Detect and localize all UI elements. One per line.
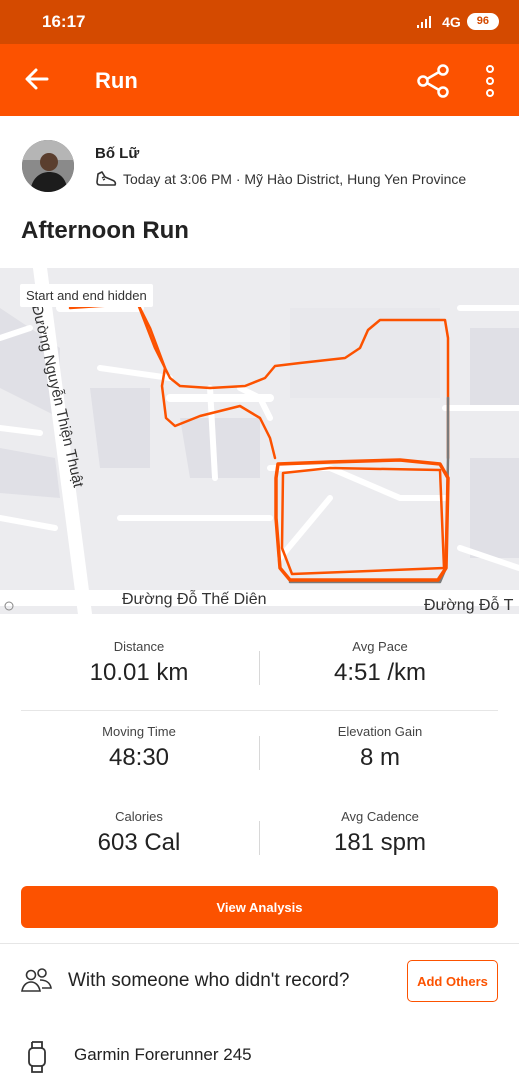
signal-icon	[417, 15, 432, 28]
map-privacy-badge: Start and end hidden	[20, 284, 153, 307]
battery-icon: 96	[466, 13, 499, 30]
elevation-gain-label: Elevation Gain	[337, 724, 423, 739]
avg-pace-value: 4:51 /km	[333, 659, 427, 686]
avatar[interactable]	[22, 140, 74, 192]
device-name[interactable]: Garmin Forerunner 245	[74, 1045, 252, 1065]
calories-value: 603 Cal	[97, 829, 181, 856]
distance-label: Distance	[113, 639, 165, 654]
activity-meta: Today at 3:06 PM · Mỹ Hào District, Hung…	[95, 170, 466, 188]
stats-divider	[21, 710, 498, 711]
moving-time-label: Moving Time	[102, 724, 176, 739]
run-shoe-icon	[96, 171, 117, 186]
activity-title: Afternoon Run	[21, 217, 189, 244]
map-canvas: Đường Nguyễn Thiện Thuật Đường Đỗ Thế Di…	[0, 268, 519, 614]
calories-label: Calories	[115, 809, 163, 824]
avg-pace-label: Avg Pace	[352, 639, 408, 654]
stat-divider	[259, 736, 260, 770]
with-someone-prompt: With someone who didn't record?	[68, 970, 350, 991]
moving-time-value: 48:30	[108, 744, 170, 771]
group-people-icon	[21, 968, 52, 992]
athlete-name[interactable]: Bố Lữ	[95, 145, 139, 162]
share-icon[interactable]	[414, 62, 452, 100]
route-map[interactable]: Đường Nguyễn Thiện Thuật Đường Đỗ Thế Di…	[0, 268, 519, 614]
avg-cadence-label: Avg Cadence	[341, 809, 419, 824]
elevation-gain-value: 8 m	[359, 744, 400, 771]
network-type: 4G	[442, 13, 461, 30]
street-label-do-t: Đường Đỗ T	[424, 595, 514, 614]
more-vertical-icon[interactable]	[478, 64, 502, 98]
activity-date-location: Today at 3:06 PM · Mỹ Hào District, Hung…	[123, 171, 467, 187]
page-title: Run	[95, 68, 138, 93]
status-indicators: 4G 96	[416, 13, 499, 30]
status-bar: 16:17 4G 96	[0, 0, 519, 44]
status-time: 16:17	[42, 12, 86, 31]
stat-divider	[259, 651, 260, 685]
avg-cadence-value: 181 spm	[333, 829, 427, 856]
add-others-button[interactable]: Add Others	[407, 960, 498, 1002]
watch-icon	[28, 1041, 46, 1073]
distance-value: 10.01 km	[89, 659, 189, 686]
app-bar: Run	[0, 44, 519, 116]
section-divider	[0, 943, 519, 944]
view-analysis-button[interactable]: View Analysis	[21, 886, 498, 928]
battery-level: 96	[476, 15, 489, 27]
avatar-image	[22, 140, 74, 192]
back-arrow-icon[interactable]	[22, 64, 52, 94]
stat-divider	[259, 821, 260, 855]
street-label-do-the-dien: Đường Đỗ Thế Diên	[122, 589, 267, 608]
